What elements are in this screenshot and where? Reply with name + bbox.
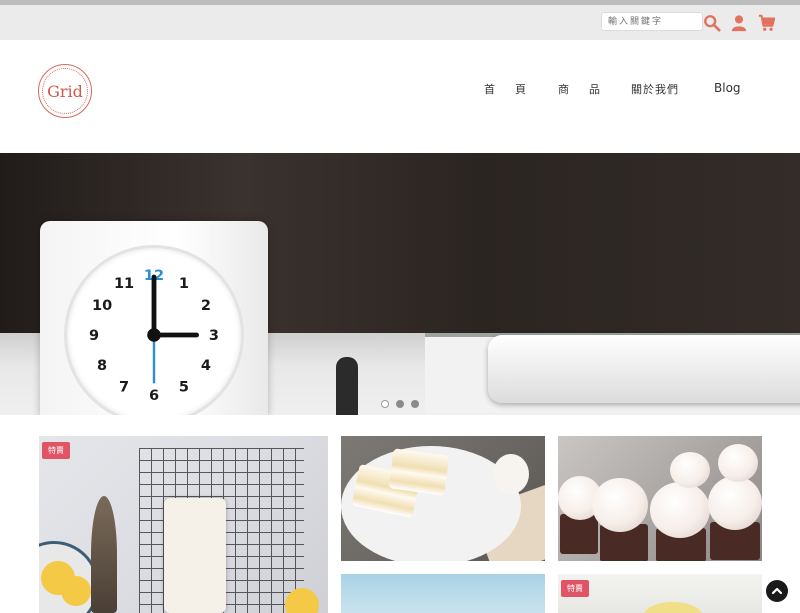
carousel-dot-3[interactable] xyxy=(411,400,419,408)
search-input[interactable] xyxy=(601,12,703,31)
product-card-mille-feuille[interactable] xyxy=(341,436,545,561)
lemon-dessert-image xyxy=(643,602,703,613)
clock-numeral: 2 xyxy=(201,298,211,314)
cart-icon[interactable] xyxy=(758,14,776,32)
sale-badge: 特賣 xyxy=(561,580,589,597)
lemon xyxy=(285,588,319,613)
iced-loaf-cake xyxy=(164,498,226,613)
clock-numeral: 9 xyxy=(89,328,99,344)
clock-numeral: 4 xyxy=(201,358,211,374)
cupcake-frosting xyxy=(708,476,762,530)
cupcake-frosting xyxy=(592,478,648,532)
clock-numeral: 1 xyxy=(179,276,189,292)
top-utility-bar xyxy=(0,0,800,40)
clock-numeral: 3 xyxy=(209,328,219,344)
lemon xyxy=(61,576,91,606)
hero-phone xyxy=(488,335,800,403)
nav-products[interactable]: 商品 xyxy=(558,81,620,97)
main-nav: 首頁 商品 關於我們 Blog xyxy=(0,81,800,101)
nav-home[interactable]: 首頁 xyxy=(484,81,546,97)
cupcake-base xyxy=(560,514,598,554)
clock-face: 121234567891011 xyxy=(64,245,244,415)
cake-server xyxy=(91,496,117,613)
product-card-lemon-loaf[interactable]: 特賣 xyxy=(39,436,328,613)
nav-about-us[interactable]: 關於我們 xyxy=(631,81,679,97)
cake-slice xyxy=(388,448,450,496)
clock-dial: 121234567891011 xyxy=(89,268,219,404)
search-icon[interactable] xyxy=(703,14,721,32)
cupcake-frosting xyxy=(718,444,758,482)
carousel-dot-2[interactable] xyxy=(396,400,404,408)
product-card-sky[interactable] xyxy=(341,574,545,613)
nav-blog[interactable]: Blog xyxy=(714,81,741,95)
product-card-cupcakes[interactable] xyxy=(558,436,762,561)
hero-carousel[interactable]: 121234567891011 xyxy=(0,153,800,415)
clock-numeral: 6 xyxy=(149,388,159,404)
product-card-lemon-dessert[interactable]: 特賣 xyxy=(558,574,762,613)
clock-numeral: 5 xyxy=(179,380,189,396)
chevron-up-icon xyxy=(771,587,783,595)
user-icon[interactable] xyxy=(730,14,748,32)
clock-hub xyxy=(147,328,161,342)
back-to-top-button[interactable] xyxy=(766,580,788,602)
cupcake-frosting xyxy=(670,452,710,488)
clock-numeral: 7 xyxy=(119,380,129,396)
clock-numeral: 8 xyxy=(97,358,107,374)
hero-pen xyxy=(336,357,358,415)
cupcake-frosting xyxy=(650,482,710,538)
carousel-dot-1[interactable] xyxy=(381,400,389,408)
sale-badge: 特賣 xyxy=(42,442,70,459)
clock-numeral: 11 xyxy=(114,276,134,292)
site-header: Grid 首頁 商品 關於我們 Blog xyxy=(0,40,800,153)
carousel-indicators xyxy=(381,400,419,408)
egg xyxy=(493,454,529,494)
clock-numeral: 10 xyxy=(92,298,112,314)
